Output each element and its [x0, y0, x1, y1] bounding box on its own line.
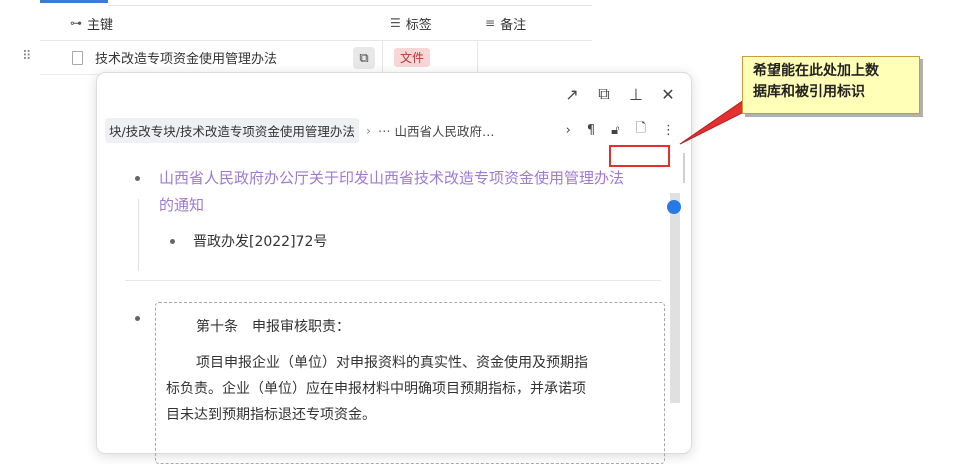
callout-text-line: 希望能在此处加上数 — [753, 63, 879, 79]
callout-text-line: 据库和被引用标识 — [753, 84, 865, 100]
annotation-callout: 希望能在此处加上数 据库和被引用标识 — [742, 56, 920, 114]
